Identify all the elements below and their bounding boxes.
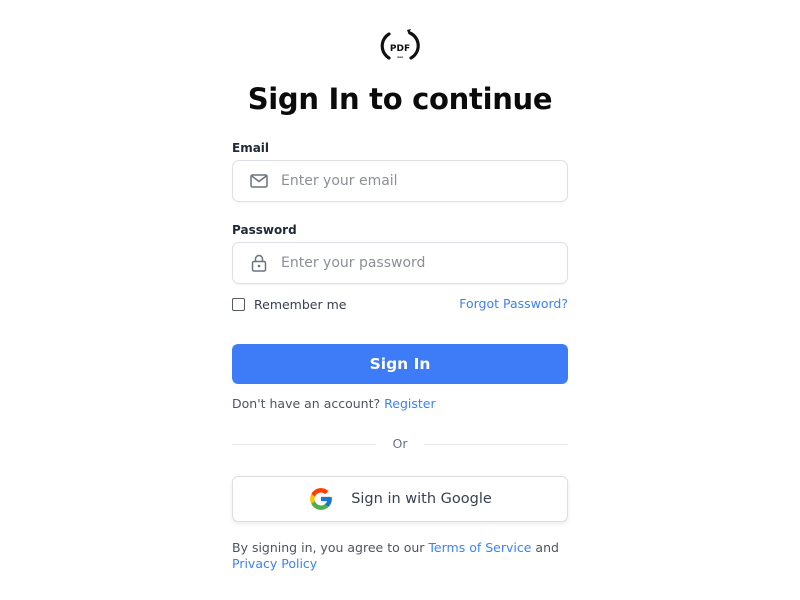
remember-me[interactable]: Remember me [232,296,346,312]
pdf-logo-icon: PDF ▪▪▪ [380,29,420,60]
password-label: Password [232,223,297,237]
sign-in-button[interactable]: Sign In [232,344,568,384]
register-line: Don't have an account? Register [232,396,436,411]
google-button-label: Sign in with Google [351,491,492,507]
logo-subtext: ▪▪▪ [397,55,403,59]
terms-notice: By signing in, you agree to our Terms of… [232,540,568,572]
password-field[interactable] [232,242,568,284]
register-prompt: Don't have an account? [232,396,381,411]
logo-text: PDF [390,44,410,54]
page-title: Sign In to continue [247,82,553,116]
sign-in-page: PDF ▪▪▪ Sign In to continue Email Passwo… [0,0,800,600]
remember-me-label: Remember me [254,296,347,312]
register-link[interactable]: Register [384,396,435,411]
forgot-password-link[interactable]: Forgot Password? [459,296,568,311]
mail-icon [250,174,268,188]
email-label: Email [232,141,270,155]
terms-and: and [535,540,559,555]
google-icon [310,488,333,510]
terms-of-service-link[interactable]: Terms of Service [428,540,531,555]
terms-prefix: By signing in, you agree to our [232,540,425,555]
google-sign-in-button[interactable]: Sign in with Google [232,476,568,522]
password-input[interactable] [281,243,557,283]
privacy-policy-link[interactable]: Privacy Policy [232,556,317,571]
email-input[interactable] [281,161,557,201]
remember-me-checkbox[interactable] [232,297,245,311]
or-divider: Or [232,436,568,452]
lock-icon [251,254,267,272]
divider-line-right [424,444,568,445]
email-field[interactable] [232,160,568,202]
